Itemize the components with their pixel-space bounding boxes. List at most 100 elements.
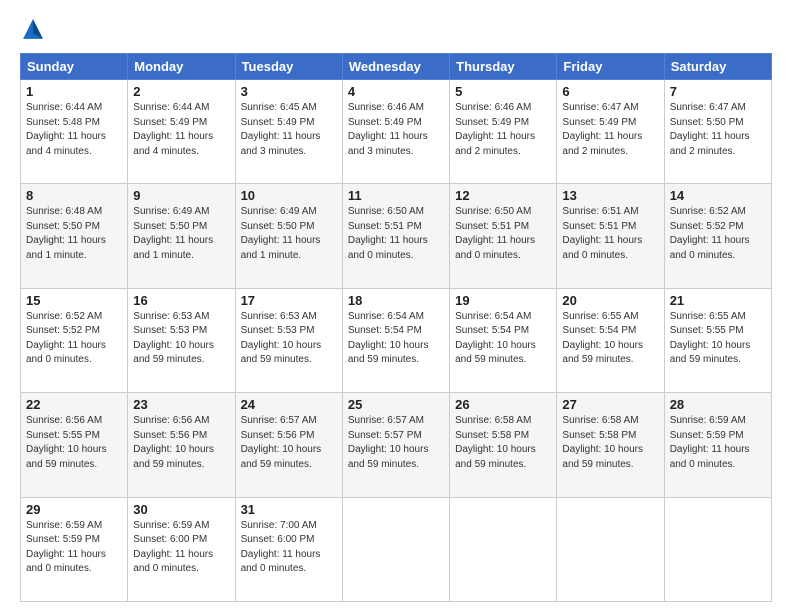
day-info: Sunrise: 6:49 AMSunset: 5:50 PMDaylight:…	[133, 205, 229, 263]
col-tuesday: Tuesday	[235, 54, 342, 80]
calendar-week-row: 8Sunrise: 6:48 AMSunset: 5:50 PMDaylight…	[21, 184, 772, 288]
col-sunday: Sunday	[21, 54, 128, 80]
calendar-week-row: 22 Sunrise: 6:56 AMSunset: 5:55 PMDayligh…	[21, 393, 772, 497]
day-info: Sunrise: 6:59 AMSunset: 5:59 PMDaylight:…	[670, 414, 766, 472]
day-number: 2	[133, 84, 229, 99]
day-number: 28	[670, 397, 766, 412]
table-row	[664, 497, 771, 601]
day-info: Sunrise: 6:53 AMSunset: 5:53 PMDaylight:…	[133, 310, 229, 368]
calendar-header-row: Sunday Monday Tuesday Wednesday Thursday…	[21, 54, 772, 80]
col-wednesday: Wednesday	[342, 54, 449, 80]
day-info: Sunrise: 6:59 AMSunset: 6:00 PMDaylight:…	[133, 519, 229, 577]
table-row: 18 Sunrise: 6:54 AMSunset: 5:54 PMDayligh…	[342, 288, 449, 392]
day-number: 23	[133, 397, 229, 412]
table-row: 31 Sunrise: 7:00 AMSunset: 6:00 PMDayligh…	[235, 497, 342, 601]
table-row: 30 Sunrise: 6:59 AMSunset: 6:00 PMDayligh…	[128, 497, 235, 601]
day-info: Sunrise: 6:50 AMSunset: 5:51 PMDaylight:…	[455, 205, 551, 263]
day-info: Sunrise: 7:00 AMSunset: 6:00 PMDaylight:…	[241, 519, 337, 577]
table-row: 4 Sunrise: 6:46 AMSunset: 5:49 PMDaylight…	[342, 80, 449, 184]
day-number: 30	[133, 502, 229, 517]
calendar-week-row: 15Sunrise: 6:52 AMSunset: 5:52 PMDayligh…	[21, 288, 772, 392]
day-number: 25	[348, 397, 444, 412]
calendar-table: Sunday Monday Tuesday Wednesday Thursday…	[20, 53, 772, 602]
col-friday: Friday	[557, 54, 664, 80]
logo-icon	[22, 18, 44, 40]
table-row: 15Sunrise: 6:52 AMSunset: 5:52 PMDayligh…	[21, 288, 128, 392]
day-number: 22	[26, 397, 122, 412]
day-info: Sunrise: 6:54 AMSunset: 5:54 PMDaylight:…	[455, 310, 551, 368]
table-row: 6Sunrise: 6:47 AMSunset: 5:49 PMDaylight…	[557, 80, 664, 184]
day-info: Sunrise: 6:44 AMSunset: 5:48 PMDaylight:…	[26, 101, 122, 159]
day-number: 24	[241, 397, 337, 412]
table-row: 20Sunrise: 6:55 AMSunset: 5:54 PMDayligh…	[557, 288, 664, 392]
day-number: 5	[455, 84, 551, 99]
day-info: Sunrise: 6:56 AMSunset: 5:55 PMDaylight:…	[26, 414, 122, 472]
day-number: 16	[133, 293, 229, 308]
day-info: Sunrise: 6:44 AMSunset: 5:49 PMDaylight:…	[133, 101, 229, 159]
day-info: Sunrise: 6:47 AMSunset: 5:50 PMDaylight:…	[670, 101, 766, 159]
day-number: 11	[348, 188, 444, 203]
table-row: 11 Sunrise: 6:50 AMSunset: 5:51 PMDayligh…	[342, 184, 449, 288]
day-info: Sunrise: 6:51 AMSunset: 5:51 PMDaylight:…	[562, 205, 658, 263]
table-row: 12 Sunrise: 6:50 AMSunset: 5:51 PMDayligh…	[450, 184, 557, 288]
day-number: 27	[562, 397, 658, 412]
day-number: 18	[348, 293, 444, 308]
logo	[20, 18, 48, 45]
table-row: 27 Sunrise: 6:58 AMSunset: 5:58 PMDayligh…	[557, 393, 664, 497]
header	[20, 18, 772, 45]
day-number: 26	[455, 397, 551, 412]
table-row	[342, 497, 449, 601]
table-row: 10 Sunrise: 6:49 AMSunset: 5:50 PMDayligh…	[235, 184, 342, 288]
day-info: Sunrise: 6:56 AMSunset: 5:56 PMDaylight:…	[133, 414, 229, 472]
day-number: 13	[562, 188, 658, 203]
table-row: 1Sunrise: 6:44 AMSunset: 5:48 PMDaylight…	[21, 80, 128, 184]
table-row: 7 Sunrise: 6:47 AMSunset: 5:50 PMDaylight…	[664, 80, 771, 184]
table-row: 26 Sunrise: 6:58 AMSunset: 5:58 PMDayligh…	[450, 393, 557, 497]
col-monday: Monday	[128, 54, 235, 80]
day-number: 4	[348, 84, 444, 99]
table-row: 17Sunrise: 6:53 AMSunset: 5:53 PMDayligh…	[235, 288, 342, 392]
day-info: Sunrise: 6:57 AMSunset: 5:57 PMDaylight:…	[348, 414, 444, 472]
table-row: 21Sunrise: 6:55 AMSunset: 5:55 PMDayligh…	[664, 288, 771, 392]
table-row: 8Sunrise: 6:48 AMSunset: 5:50 PMDaylight…	[21, 184, 128, 288]
table-row: 13 Sunrise: 6:51 AMSunset: 5:51 PMDayligh…	[557, 184, 664, 288]
day-info: Sunrise: 6:58 AMSunset: 5:58 PMDaylight:…	[455, 414, 551, 472]
col-thursday: Thursday	[450, 54, 557, 80]
day-number: 15	[26, 293, 122, 308]
table-row: 22 Sunrise: 6:56 AMSunset: 5:55 PMDayligh…	[21, 393, 128, 497]
day-number: 10	[241, 188, 337, 203]
table-row	[450, 497, 557, 601]
day-number: 3	[241, 84, 337, 99]
table-row: 9 Sunrise: 6:49 AMSunset: 5:50 PMDaylight…	[128, 184, 235, 288]
day-info: Sunrise: 6:54 AMSunset: 5:54 PMDaylight:…	[348, 310, 444, 368]
day-info: Sunrise: 6:57 AMSunset: 5:56 PMDaylight:…	[241, 414, 337, 472]
table-row: 28 Sunrise: 6:59 AMSunset: 5:59 PMDayligh…	[664, 393, 771, 497]
calendar-week-row: 29Sunrise: 6:59 AMSunset: 5:59 PMDayligh…	[21, 497, 772, 601]
day-info: Sunrise: 6:46 AMSunset: 5:49 PMDaylight:…	[348, 101, 444, 159]
table-row: 25 Sunrise: 6:57 AMSunset: 5:57 PMDayligh…	[342, 393, 449, 497]
page: Sunday Monday Tuesday Wednesday Thursday…	[0, 0, 792, 612]
day-number: 8	[26, 188, 122, 203]
day-number: 7	[670, 84, 766, 99]
table-row: 29Sunrise: 6:59 AMSunset: 5:59 PMDayligh…	[21, 497, 128, 601]
table-row: 23 Sunrise: 6:56 AMSunset: 5:56 PMDayligh…	[128, 393, 235, 497]
day-info: Sunrise: 6:45 AMSunset: 5:49 PMDaylight:…	[241, 101, 337, 159]
day-info: Sunrise: 6:49 AMSunset: 5:50 PMDaylight:…	[241, 205, 337, 263]
day-number: 20	[562, 293, 658, 308]
table-row: 3 Sunrise: 6:45 AMSunset: 5:49 PMDaylight…	[235, 80, 342, 184]
day-info: Sunrise: 6:46 AMSunset: 5:49 PMDaylight:…	[455, 101, 551, 159]
day-number: 21	[670, 293, 766, 308]
table-row	[557, 497, 664, 601]
table-row: 19Sunrise: 6:54 AMSunset: 5:54 PMDayligh…	[450, 288, 557, 392]
day-number: 14	[670, 188, 766, 203]
day-info: Sunrise: 6:50 AMSunset: 5:51 PMDaylight:…	[348, 205, 444, 263]
day-number: 9	[133, 188, 229, 203]
calendar-week-row: 1Sunrise: 6:44 AMSunset: 5:48 PMDaylight…	[21, 80, 772, 184]
table-row: 16 Sunrise: 6:53 AMSunset: 5:53 PMDayligh…	[128, 288, 235, 392]
day-info: Sunrise: 6:58 AMSunset: 5:58 PMDaylight:…	[562, 414, 658, 472]
day-number: 31	[241, 502, 337, 517]
day-info: Sunrise: 6:59 AMSunset: 5:59 PMDaylight:…	[26, 519, 122, 577]
day-info: Sunrise: 6:52 AMSunset: 5:52 PMDaylight:…	[670, 205, 766, 263]
day-number: 12	[455, 188, 551, 203]
day-number: 6	[562, 84, 658, 99]
